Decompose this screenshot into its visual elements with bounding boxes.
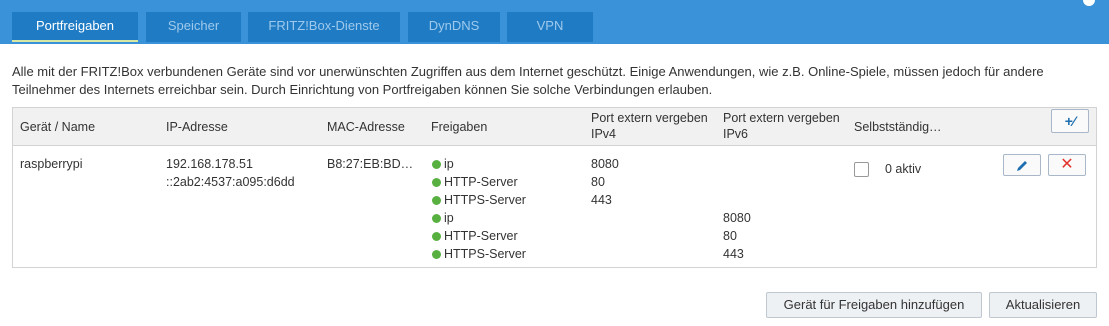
list-item: HTTP-Server — [432, 227, 526, 245]
port-v4-value: 8080 — [591, 157, 619, 171]
status-dot-icon — [432, 213, 441, 223]
plus-minus-icon: +⁄ — [1064, 113, 1076, 129]
port-v6-value — [723, 155, 751, 173]
tab-speicher[interactable]: Speicher — [146, 12, 241, 42]
col-mac-header: MAC-Adresse — [327, 120, 405, 134]
add-rule-button[interactable]: +⁄ — [1051, 109, 1089, 133]
port-sharing-table: Gerät / Name IP-Adresse MAC-Adresse Frei… — [12, 107, 1097, 268]
col-self-header: Selbstständig… — [854, 120, 942, 134]
intro-text: Alle mit der FRITZ!Box verbundenen Gerät… — [12, 64, 1044, 97]
col-ip-header: IP-Adresse — [166, 120, 228, 134]
port-v6-value — [723, 191, 751, 209]
port-v4-value — [591, 227, 619, 245]
tab-bar: Portfreigaben Speicher FRITZ!Box-Dienste… — [0, 0, 1109, 44]
shares-list: ip HTTP-Server HTTPS-Server ip HTTP-Serv… — [432, 155, 526, 263]
refresh-button[interactable]: Aktualisieren — [989, 292, 1097, 318]
tab-dyndns[interactable]: DynDNS — [408, 12, 500, 42]
tab-portfreigaben[interactable]: Portfreigaben — [12, 12, 138, 42]
rule-name: HTTP-Server — [444, 175, 518, 189]
tab-fritzbox-dienste[interactable]: FRITZ!Box-Dienste — [248, 12, 400, 42]
rule-name: ip — [444, 211, 454, 225]
list-item: ip — [432, 155, 526, 173]
port-v4-list: 8080 80 443 — [591, 155, 619, 263]
status-dot-icon — [432, 231, 441, 241]
add-device-button[interactable]: Gerät für Freigaben hinzufügen — [766, 292, 982, 318]
tab-vpn[interactable]: VPN — [507, 12, 593, 42]
rule-name: HTTP-Server — [444, 229, 518, 243]
port-v6-value — [723, 173, 751, 191]
list-item: HTTPS-Server — [432, 191, 526, 209]
independent-checkbox[interactable] — [854, 162, 869, 177]
port-v6-value: 443 — [723, 247, 744, 261]
ipv6-address: ::2ab2:4537:a095:d6dd — [166, 175, 295, 189]
table-header: Gerät / Name IP-Adresse MAC-Adresse Frei… — [13, 108, 1096, 146]
list-item: HTTP-Server — [432, 173, 526, 191]
port-v6-value: 80 — [723, 229, 737, 243]
col-port-v6-header: Port extern vergeben IPv6 — [723, 111, 840, 141]
port-v6-value: 8080 — [723, 211, 751, 225]
port-v4-value — [591, 245, 619, 263]
port-v4-value — [591, 209, 619, 227]
close-icon: ✕ — [1060, 156, 1074, 173]
port-v6-list: 8080 80 443 — [723, 155, 751, 263]
edit-button[interactable] — [1003, 154, 1041, 176]
corner-icon — [1083, 0, 1095, 6]
status-dot-icon — [432, 159, 441, 169]
status-dot-icon — [432, 249, 441, 259]
active-count: 0 aktiv — [885, 162, 922, 176]
port-v4-value: 80 — [591, 175, 605, 189]
col-device-header: Gerät / Name — [20, 120, 96, 134]
port-v4-value: 443 — [591, 193, 612, 207]
rule-name: HTTPS-Server — [444, 247, 526, 261]
rule-name: ip — [444, 157, 454, 171]
mac-address: B8:27:EB:BD… — [327, 157, 414, 171]
col-port-v4-header: Port extern vergeben IPv4 — [591, 111, 708, 141]
ipv4-address: 192.168.178.51 — [166, 157, 253, 171]
delete-button[interactable]: ✕ — [1048, 154, 1086, 176]
pencil-icon — [1017, 160, 1027, 171]
device-name: raspberrypi — [20, 157, 83, 171]
rule-name: HTTPS-Server — [444, 193, 526, 207]
status-dot-icon — [432, 195, 441, 205]
status-dot-icon — [432, 177, 441, 187]
col-shares-header: Freigaben — [431, 120, 488, 134]
list-item: HTTPS-Server — [432, 245, 526, 263]
list-item: ip — [432, 209, 526, 227]
